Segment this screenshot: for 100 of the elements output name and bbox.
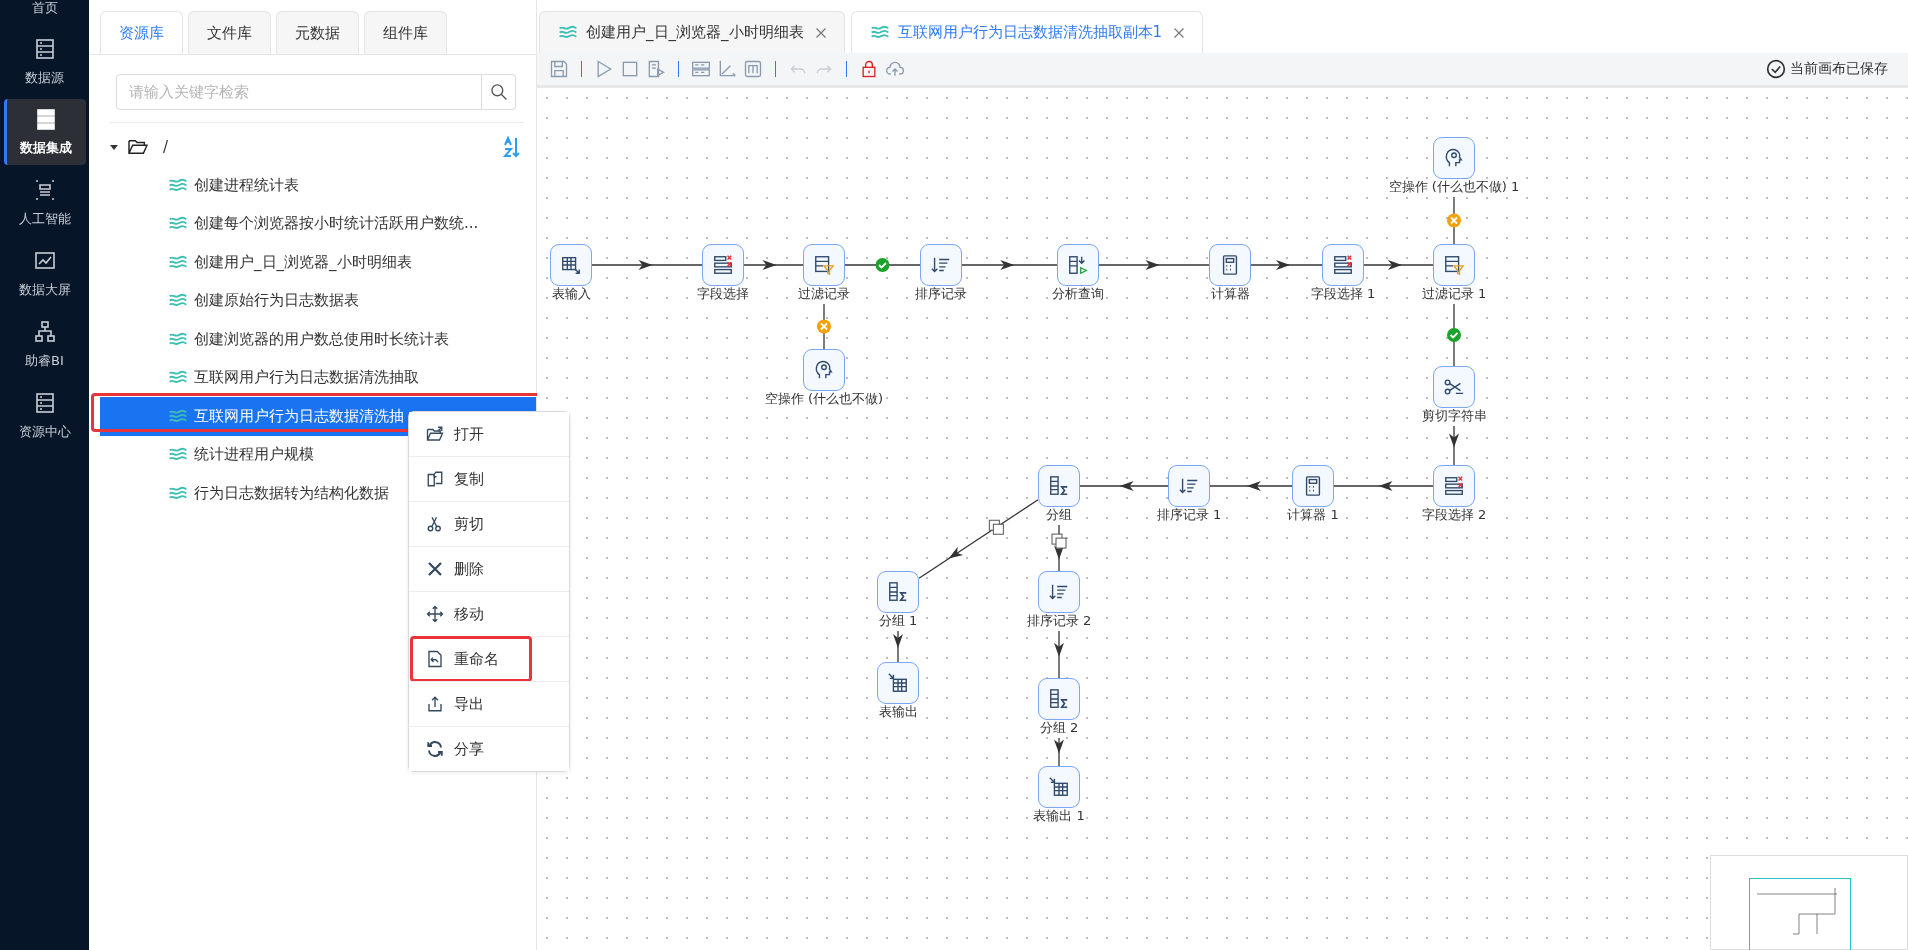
step-node[interactable] xyxy=(803,244,845,286)
item-label: 创建浏览器的用户数总使用时长统计表 xyxy=(194,329,449,349)
menu-item[interactable]: 重命名 xyxy=(409,636,569,681)
nav-item[interactable]: 首页 xyxy=(3,0,86,22)
hop-arrow[interactable] xyxy=(1054,737,1064,767)
nav-item[interactable]: 资源中心 xyxy=(3,380,86,451)
hop-arrow[interactable] xyxy=(893,630,903,663)
stream-icon xyxy=(168,216,188,232)
hop-arrow[interactable] xyxy=(1054,630,1064,679)
nav-item[interactable]: 数据源 xyxy=(3,26,86,97)
step-node[interactable] xyxy=(702,244,744,286)
nav-item[interactable]: 数据大屏 xyxy=(3,238,86,309)
sort-icon[interactable] xyxy=(502,136,520,158)
editor-tab[interactable]: 创建用户_日_浏览器_小时明细表 xyxy=(539,11,845,53)
step-node[interactable] xyxy=(1038,678,1080,720)
step-node[interactable] xyxy=(1433,137,1475,179)
item-label: 创建进程统计表 xyxy=(194,175,299,195)
step-node[interactable] xyxy=(1433,244,1475,286)
step-node[interactable] xyxy=(1038,465,1080,507)
head-gear-icon xyxy=(813,359,835,381)
cloud-upload-icon[interactable] xyxy=(885,59,905,79)
menu-item[interactable]: 删除 xyxy=(409,546,569,591)
hop-arrow[interactable] xyxy=(1079,481,1169,491)
axis-icon[interactable] xyxy=(717,59,737,79)
step-label: 分析查询 xyxy=(1050,286,1106,302)
m-box-icon[interactable] xyxy=(743,59,763,79)
menu-item[interactable]: 移动 xyxy=(409,591,569,636)
search-button[interactable] xyxy=(482,74,516,110)
step-node[interactable] xyxy=(1433,465,1475,507)
hop-arrow[interactable] xyxy=(1333,481,1434,491)
hop-arrow[interactable] xyxy=(1363,260,1434,270)
step-label: 分组 1 xyxy=(876,613,920,629)
step-node[interactable] xyxy=(803,349,845,391)
head-gear-icon xyxy=(1443,147,1465,169)
stream-icon xyxy=(168,370,188,386)
item-label: 创建用户_日_浏览器_小时明细表 xyxy=(194,252,412,272)
menu-item[interactable]: 复制 xyxy=(409,456,569,501)
step-label: 表输出 1 xyxy=(1031,808,1087,824)
panel-tab[interactable]: 文件库 xyxy=(188,11,271,54)
nav-item[interactable]: 助睿BI xyxy=(3,309,86,380)
copy-icon[interactable] xyxy=(1051,533,1067,549)
step-node[interactable] xyxy=(1038,766,1080,808)
copy-icon[interactable] xyxy=(988,519,1004,535)
hop-arrow[interactable] xyxy=(591,260,703,270)
group-sum-icon xyxy=(1048,475,1070,497)
save-icon[interactable] xyxy=(549,59,569,79)
step-label: 表输入 xyxy=(549,286,593,302)
tree-item[interactable]: 创建原始行为日志数据表 xyxy=(89,281,536,320)
menu-item[interactable]: 打开 xyxy=(409,412,569,456)
folder-name[interactable]: / xyxy=(163,138,169,156)
folder-open-icon xyxy=(127,138,149,156)
search-icon[interactable] xyxy=(488,82,509,102)
hop-arrow[interactable] xyxy=(1098,260,1210,270)
panel-tab[interactable]: 组件库 xyxy=(364,11,447,54)
panel-tab[interactable]: 资源库 xyxy=(100,11,183,54)
rows-icon[interactable] xyxy=(691,59,711,79)
step-node[interactable] xyxy=(920,244,962,286)
menu-item[interactable]: 剪切 xyxy=(409,501,569,546)
step-node[interactable] xyxy=(1322,244,1364,286)
stop-icon[interactable] xyxy=(620,59,640,79)
hop-arrow[interactable] xyxy=(1209,481,1293,491)
step-node[interactable] xyxy=(1209,244,1251,286)
step-node[interactable] xyxy=(1433,366,1475,408)
menu-item[interactable]: 分享 xyxy=(409,726,569,771)
search-field[interactable]: 请输入关键字检索 xyxy=(116,74,482,110)
stream-icon xyxy=(168,331,188,347)
step-node[interactable] xyxy=(877,571,919,613)
panel-tab[interactable]: 元数据 xyxy=(276,11,359,54)
export-icon xyxy=(426,695,444,713)
step-node[interactable] xyxy=(550,244,592,286)
step-node[interactable] xyxy=(1038,571,1080,613)
tree-item[interactable]: 创建每个浏览器按小时统计活跃用户数统... xyxy=(89,204,536,243)
hop-arrow[interactable] xyxy=(743,260,804,270)
tab-title: 互联网用户行为日志数据清洗抽取副本1 xyxy=(897,23,1163,42)
preview-icon[interactable] xyxy=(646,59,666,79)
tree-item[interactable]: 创建用户_日_浏览器_小时明细表 xyxy=(89,243,536,282)
step-node[interactable] xyxy=(877,662,919,704)
tree-item[interactable]: 创建进程统计表 xyxy=(89,166,536,205)
hop-arrow[interactable] xyxy=(961,260,1058,270)
editor-tab[interactable]: 互联网用户行为日志数据清洗抽取副本1 xyxy=(850,11,1204,53)
check-icon[interactable] xyxy=(1447,328,1461,342)
hop-arrow[interactable] xyxy=(1250,260,1323,270)
server-icon xyxy=(34,107,58,131)
step-node[interactable] xyxy=(1292,465,1334,507)
step-label: 过滤记录 xyxy=(796,286,852,302)
item-label: 互联网用户行为日志数据清洗抽取 xyxy=(194,368,419,388)
field-select-icon xyxy=(1332,254,1354,276)
nav-item[interactable]: 数据集成 xyxy=(3,99,86,165)
move-icon xyxy=(426,605,444,623)
rename-document-icon xyxy=(426,650,444,668)
check-icon[interactable] xyxy=(875,258,890,272)
tree-item[interactable]: 创建浏览器的用户数总使用时长统计表 xyxy=(89,320,536,359)
step-node[interactable] xyxy=(1168,465,1210,507)
menu-item[interactable]: 导出 xyxy=(409,681,569,726)
tree-item[interactable]: 互联网用户行为日志数据清洗抽取 xyxy=(89,358,536,397)
caret-down-icon[interactable] xyxy=(109,142,119,152)
step-node[interactable] xyxy=(1057,244,1099,286)
nav-item[interactable]: 人工智能 xyxy=(3,167,86,238)
hop-arrow[interactable] xyxy=(1449,425,1459,466)
step-label: 过滤记录 1 xyxy=(1419,286,1489,302)
